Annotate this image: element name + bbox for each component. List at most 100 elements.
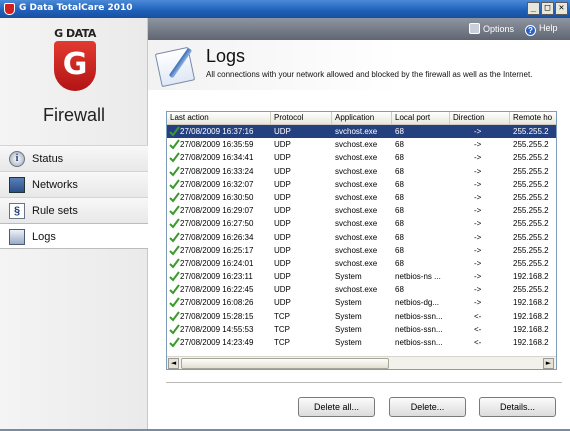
cell-remote: 255.255.2 xyxy=(513,232,549,242)
cell-protocol: UDP xyxy=(274,285,291,295)
cell-remote: 255.255.2 xyxy=(513,245,549,255)
help-link[interactable]: ? Help xyxy=(525,23,558,36)
table-row[interactable]: 27/08/2009 16:32:07 UDP svchost.exe 68 -> 255… xyxy=(167,178,556,191)
horizontal-scrollbar[interactable]: ◄ ► xyxy=(167,356,556,369)
cell-direction: -> xyxy=(474,127,482,136)
sidebar-item-rule-sets[interactable]: § Rule sets xyxy=(0,197,148,223)
sidebar-item-status[interactable]: i Status xyxy=(0,145,148,171)
delete-all-button[interactable]: Delete all... xyxy=(298,397,375,417)
column-application[interactable]: Application xyxy=(332,112,392,125)
details-button[interactable]: Details... xyxy=(479,397,556,417)
cell-last-action: 27/08/2009 16:30:50 xyxy=(180,192,254,202)
module-title: Firewall xyxy=(42,105,105,125)
cell-local-port: 68 xyxy=(395,219,404,229)
cell-last-action: 27/08/2009 16:33:24 xyxy=(180,166,254,176)
shield-icon: G xyxy=(54,41,96,91)
cell-local-port: 68 xyxy=(395,179,404,189)
scroll-right-button[interactable]: ► xyxy=(543,358,554,369)
column-local-port[interactable]: Local port xyxy=(392,112,450,125)
cell-local-port: 68 xyxy=(395,232,404,242)
sidebar-item-networks[interactable]: Networks xyxy=(0,171,148,197)
cell-protocol: UDP xyxy=(274,179,291,189)
cell-application: svchost.exe xyxy=(335,258,378,268)
cell-remote: 192.168.2 xyxy=(513,311,549,321)
cell-local-port: netbios-ssn... xyxy=(395,338,443,347)
table-row[interactable]: 27/08/2009 16:25:17 UDP svchost.exe 68 -> 255… xyxy=(167,244,556,257)
cell-remote: 255.255.2 xyxy=(513,192,549,202)
cell-local-port: 68 xyxy=(395,206,404,216)
sidebar-item-label: Rule sets xyxy=(32,205,78,217)
cell-local-port: netbios-ns ... xyxy=(395,272,441,282)
cell-application: svchost.exe xyxy=(335,179,378,189)
table-row[interactable]: 27/08/2009 16:35:59 UDP svchost.exe 68 -> 255… xyxy=(167,138,556,151)
cell-protocol: UDP xyxy=(274,298,291,308)
sidebar-item-label: Status xyxy=(32,153,64,165)
page-description: All connections with your network allowe… xyxy=(206,70,533,79)
delete-button[interactable]: Delete... xyxy=(389,397,466,417)
sidebar-item-label: Logs xyxy=(32,231,56,243)
table-row[interactable]: 27/08/2009 16:34:41 UDP svchost.exe 68 -> 255… xyxy=(167,151,556,164)
cell-remote: 192.168.2 xyxy=(513,272,549,282)
cell-protocol: TCP xyxy=(274,311,290,321)
cell-application: svchost.exe xyxy=(335,192,378,202)
cell-application: svchost.exe xyxy=(335,153,378,163)
column-protocol[interactable]: Protocol xyxy=(271,112,332,125)
column-direction[interactable]: Direction xyxy=(450,112,510,125)
maximize-button[interactable]: □ xyxy=(541,2,554,15)
table-row[interactable]: 27/08/2009 16:30:50 UDP svchost.exe 68 -> 255… xyxy=(167,191,556,204)
cell-last-action: 27/08/2009 16:24:01 xyxy=(180,258,254,268)
cell-application: svchost.exe xyxy=(335,166,378,176)
cell-last-action: 27/08/2009 16:25:17 xyxy=(180,245,254,255)
cell-protocol: UDP xyxy=(274,192,291,202)
cell-direction: <- xyxy=(474,324,482,334)
app-shield-icon xyxy=(4,3,15,15)
cell-direction: -> xyxy=(474,166,482,176)
cell-protocol: UDP xyxy=(274,153,291,163)
cell-local-port: 68 xyxy=(395,192,404,202)
table-row[interactable]: 27/08/2009 16:37:16 UDP svchost.exe 68 -> 255… xyxy=(167,125,556,139)
cell-remote: 255.255.2 xyxy=(513,285,549,295)
table-row[interactable]: 27/08/2009 16:29:07 UDP svchost.exe 68 -> 255… xyxy=(167,204,556,217)
scroll-left-button[interactable]: ◄ xyxy=(168,358,179,369)
table-row[interactable]: 27/08/2009 16:26:34 UDP svchost.exe 68 -> 255… xyxy=(167,231,556,244)
notepad-icon xyxy=(154,44,200,88)
cell-last-action: 27/08/2009 16:22:45 xyxy=(180,285,254,295)
table-row[interactable]: 27/08/2009 16:08:26 UDP System netbios-dg..… xyxy=(167,296,556,309)
page-title: Logs xyxy=(206,46,246,66)
close-button[interactable]: ✕ xyxy=(555,2,568,15)
sidebar: G DATA G Firewall i Status Networks § Ru… xyxy=(0,18,148,431)
minimize-button[interactable]: _ xyxy=(527,2,540,15)
cell-application: System xyxy=(335,324,362,334)
cell-last-action: 27/08/2009 16:08:26 xyxy=(180,298,254,308)
cell-application: System xyxy=(335,338,362,347)
log-table[interactable]: Last action Protocol Application Local p… xyxy=(166,111,557,370)
column-remote-host[interactable]: Remote ho xyxy=(510,112,556,125)
divider xyxy=(166,382,562,383)
brand-text: G DATA xyxy=(54,27,96,40)
sidebar-item-logs[interactable]: Logs xyxy=(0,223,148,249)
table-row[interactable]: 27/08/2009 14:23:49 TCP System netbios-ssn.… xyxy=(167,336,556,349)
cell-remote: 192.168.2 xyxy=(513,338,549,347)
cell-direction: -> xyxy=(474,153,482,163)
cell-remote: 255.255.2 xyxy=(513,140,549,150)
cell-last-action: 27/08/2009 16:26:34 xyxy=(180,232,254,242)
table-row[interactable]: 27/08/2009 16:24:01 UDP svchost.exe 68 -> 255… xyxy=(167,257,556,270)
cell-direction: -> xyxy=(474,192,482,202)
options-link[interactable]: Options xyxy=(469,23,514,34)
table-row[interactable]: 27/08/2009 14:55:53 TCP System netbios-ssn.… xyxy=(167,323,556,336)
table-row[interactable]: 27/08/2009 16:27:50 UDP svchost.exe 68 -> 255… xyxy=(167,217,556,230)
cell-protocol: TCP xyxy=(274,338,290,347)
rules-icon: § xyxy=(9,203,25,219)
table-row[interactable]: 27/08/2009 16:33:24 UDP svchost.exe 68 -> 255… xyxy=(167,165,556,178)
table-row[interactable]: 27/08/2009 16:22:45 UDP svchost.exe 68 -> 255… xyxy=(167,283,556,296)
cell-direction: -> xyxy=(474,285,482,295)
cell-remote: 255.255.2 xyxy=(513,127,549,136)
table-row[interactable]: 27/08/2009 16:23:11 UDP System netbios-ns .… xyxy=(167,270,556,283)
cell-last-action: 27/08/2009 16:37:16 xyxy=(180,127,254,136)
cell-local-port: 68 xyxy=(395,166,404,176)
cell-protocol: UDP xyxy=(274,219,291,229)
options-icon xyxy=(469,23,480,34)
table-row[interactable]: 27/08/2009 15:28:15 TCP System netbios-ssn.… xyxy=(167,310,556,323)
column-last-action[interactable]: Last action xyxy=(167,112,271,125)
scroll-thumb[interactable] xyxy=(181,358,389,369)
